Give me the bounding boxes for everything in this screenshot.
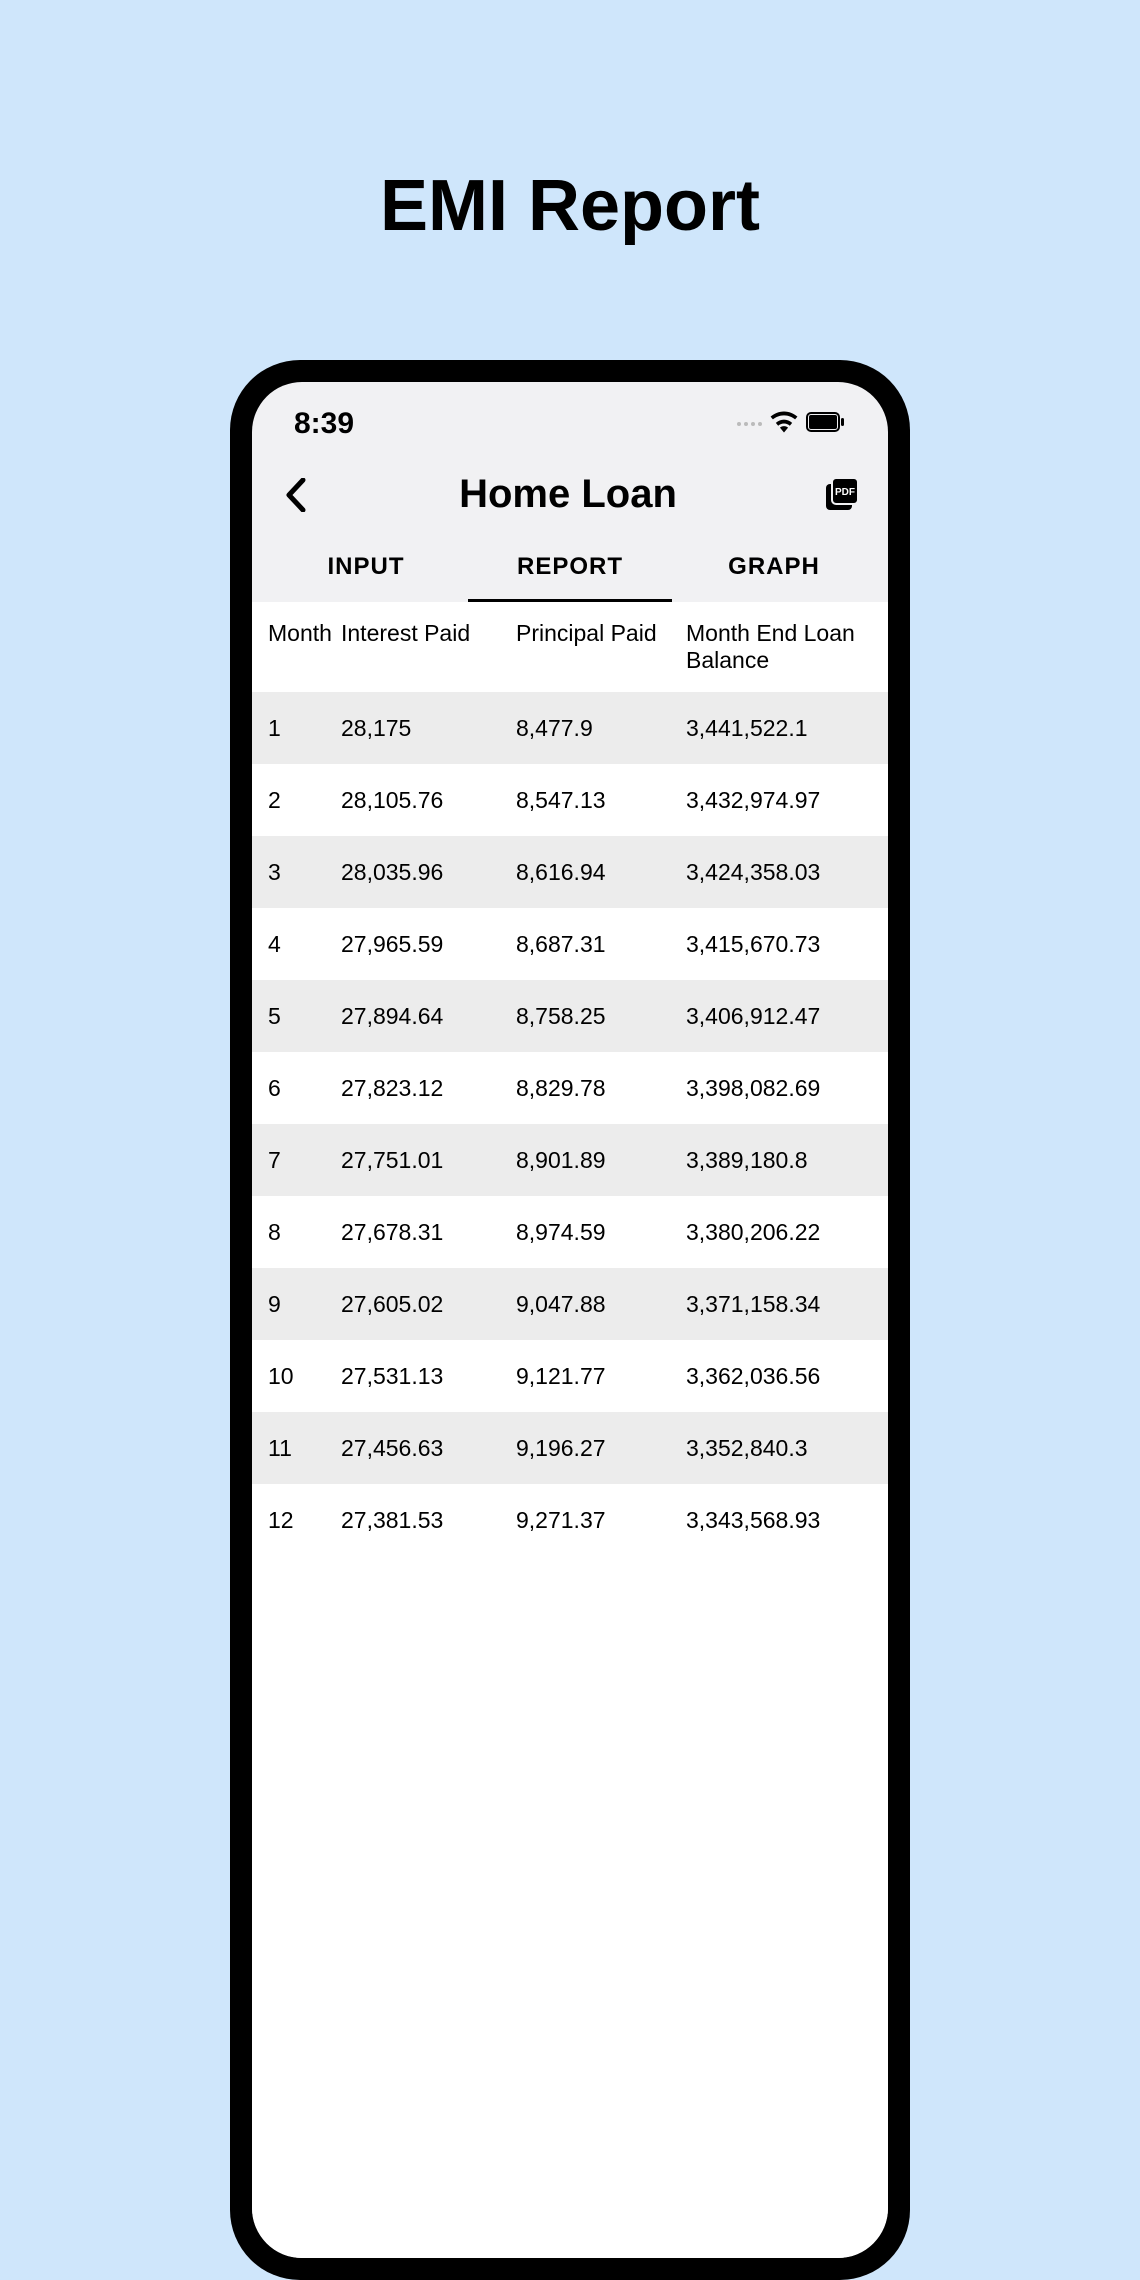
battery-icon [806,412,846,437]
status-icons [737,411,846,438]
back-button[interactable] [276,475,316,515]
table-row: 527,894.648,758.253,406,912.47 [252,980,888,1052]
cell-month: 8 [252,1219,337,1246]
table-body[interactable]: 128,1758,477.93,441,522.1228,105.768,547… [252,692,888,1556]
cell-interest: 27,381.53 [337,1507,512,1534]
cell-balance: 3,371,158.34 [682,1291,888,1318]
col-header-principal: Principal Paid [512,620,682,674]
cellular-icon [737,422,762,426]
table-row: 228,105.768,547.133,432,974.97 [252,764,888,836]
tab-report[interactable]: REPORT [468,535,672,602]
header-title: Home Loan [459,472,677,517]
cell-balance: 3,415,670.73 [682,931,888,958]
cell-interest: 27,605.02 [337,1291,512,1318]
cell-principal: 8,974.59 [512,1219,682,1246]
table-row: 727,751.018,901.893,389,180.8 [252,1124,888,1196]
table-row: 1127,456.639,196.273,352,840.3 [252,1412,888,1484]
cell-interest: 27,456.63 [337,1435,512,1462]
col-header-month: Month [252,620,337,674]
table-row: 328,035.968,616.943,424,358.03 [252,836,888,908]
cell-interest: 27,965.59 [337,931,512,958]
cell-balance: 3,424,358.03 [682,859,888,886]
svg-text:PDF: PDF [835,487,855,498]
col-header-interest: Interest Paid [337,620,512,674]
pdf-icon: PDF [823,476,861,514]
cell-interest: 27,823.12 [337,1075,512,1102]
cell-principal: 9,047.88 [512,1291,682,1318]
cell-principal: 8,616.94 [512,859,682,886]
page-title: EMI Report [0,0,1140,247]
cell-balance: 3,398,082.69 [682,1075,888,1102]
table-header: Month Interest Paid Principal Paid Month… [252,602,888,692]
table-row: 927,605.029,047.883,371,158.34 [252,1268,888,1340]
tabs: INPUT REPORT GRAPH [252,535,888,602]
table-row: 1227,381.539,271.373,343,568.93 [252,1484,888,1556]
cell-balance: 3,441,522.1 [682,715,888,742]
phone-frame: 8:39 Home Loan [230,360,910,2280]
col-header-balance: Month End Loan Balance [682,620,888,674]
cell-balance: 3,406,912.47 [682,1003,888,1030]
cell-principal: 8,829.78 [512,1075,682,1102]
cell-principal: 8,758.25 [512,1003,682,1030]
cell-balance: 3,432,974.97 [682,787,888,814]
wifi-icon [770,411,798,438]
cell-month: 10 [252,1363,337,1390]
tab-graph[interactable]: GRAPH [672,535,876,602]
table-row: 827,678.318,974.593,380,206.22 [252,1196,888,1268]
cell-interest: 28,175 [337,715,512,742]
cell-month: 6 [252,1075,337,1102]
cell-month: 3 [252,859,337,886]
cell-interest: 27,751.01 [337,1147,512,1174]
cell-principal: 8,477.9 [512,715,682,742]
cell-interest: 27,531.13 [337,1363,512,1390]
cell-balance: 3,389,180.8 [682,1147,888,1174]
status-bar: 8:39 [252,382,888,454]
report-table: Month Interest Paid Principal Paid Month… [252,602,888,2258]
phone-screen: 8:39 Home Loan [252,382,888,2258]
chevron-left-icon [285,478,307,512]
cell-principal: 9,271.37 [512,1507,682,1534]
cell-interest: 27,894.64 [337,1003,512,1030]
table-row: 128,1758,477.93,441,522.1 [252,692,888,764]
cell-interest: 28,035.96 [337,859,512,886]
cell-month: 5 [252,1003,337,1030]
cell-month: 7 [252,1147,337,1174]
cell-principal: 9,121.77 [512,1363,682,1390]
cell-month: 11 [252,1435,337,1462]
table-row: 1027,531.139,121.773,362,036.56 [252,1340,888,1412]
export-pdf-button[interactable]: PDF [820,473,864,517]
cell-month: 2 [252,787,337,814]
cell-principal: 8,547.13 [512,787,682,814]
tab-input[interactable]: INPUT [264,535,468,602]
cell-month: 1 [252,715,337,742]
cell-month: 4 [252,931,337,958]
cell-balance: 3,352,840.3 [682,1435,888,1462]
cell-interest: 28,105.76 [337,787,512,814]
cell-balance: 3,380,206.22 [682,1219,888,1246]
cell-balance: 3,343,568.93 [682,1507,888,1534]
cell-month: 9 [252,1291,337,1318]
cell-principal: 8,687.31 [512,931,682,958]
cell-balance: 3,362,036.56 [682,1363,888,1390]
cell-principal: 9,196.27 [512,1435,682,1462]
status-time: 8:39 [294,407,354,441]
table-row: 627,823.128,829.783,398,082.69 [252,1052,888,1124]
table-row: 427,965.598,687.313,415,670.73 [252,908,888,980]
cell-month: 12 [252,1507,337,1534]
header-bar: Home Loan PDF [252,454,888,535]
cell-principal: 8,901.89 [512,1147,682,1174]
cell-interest: 27,678.31 [337,1219,512,1246]
